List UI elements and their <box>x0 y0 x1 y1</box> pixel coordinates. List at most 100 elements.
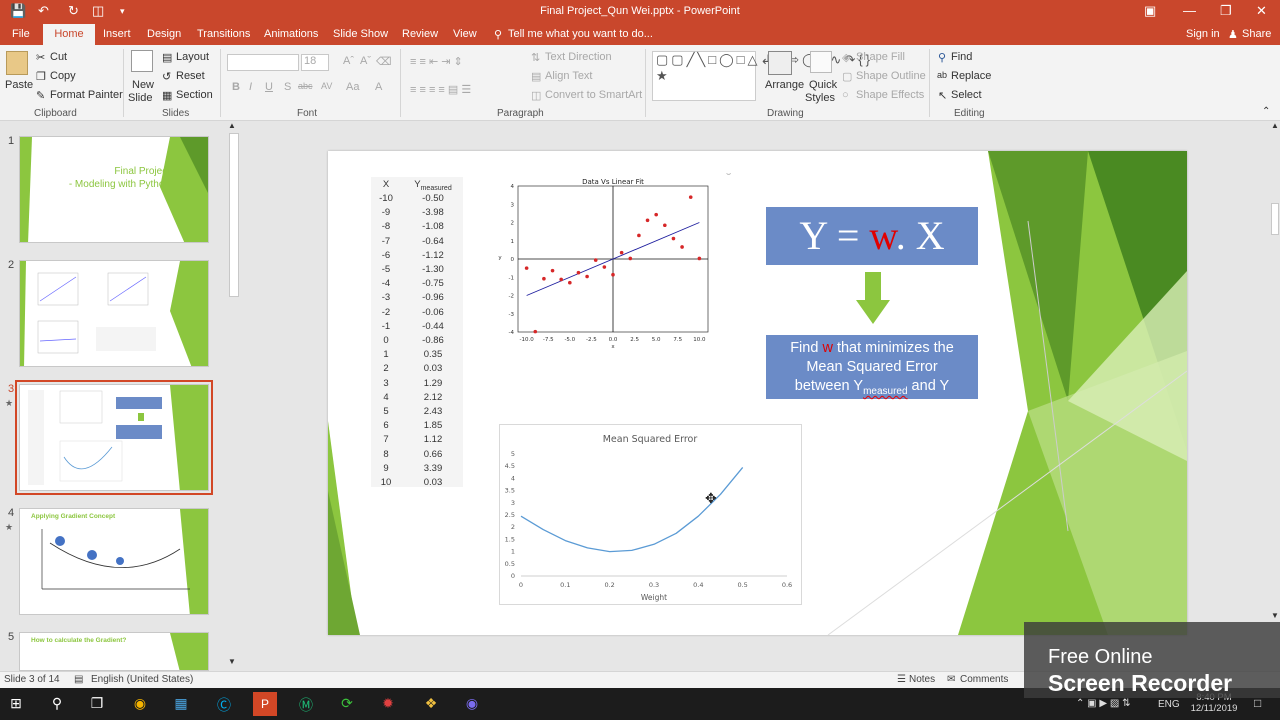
share-button[interactable]: Share <box>1242 28 1271 40</box>
minimize-icon[interactable]: — <box>1183 3 1196 18</box>
font-color-button[interactable]: A <box>375 81 382 93</box>
mse-chart[interactable]: Mean Squared Error 0 0.1 0.2 0.3 0.4 0.5 0.6 0 0.… <box>499 424 802 605</box>
thumbnail-scrollbar[interactable]: ▲ ▼ <box>228 121 240 671</box>
scroll-down-icon[interactable]: ▼ <box>1271 611 1279 620</box>
powerpoint-icon[interactable]: P <box>253 692 277 716</box>
sign-in-link[interactable]: Sign in <box>1186 28 1220 40</box>
slide-thumbnail-3[interactable] <box>15 380 213 495</box>
shadow-button[interactable]: S <box>284 81 291 93</box>
slide-canvas[interactable]: X Ymeasured -10 -0.50 -9 -3.98 -8 -1.08 -7 -0.6… <box>328 151 1187 635</box>
tray-language[interactable]: ENG <box>1158 699 1180 710</box>
scatter-chart[interactable]: Data Vs Linear Fit -10.0 -7.5 -5.0 -2.5 0.0 2.… <box>496 175 736 357</box>
proofing-icon[interactable]: ▤ <box>74 674 83 685</box>
tab-view[interactable]: View <box>453 28 477 40</box>
find-w-text-box[interactable]: Find w that minimizes the Mean Squared E… <box>766 335 978 399</box>
slide-thumbnail-2[interactable] <box>19 260 209 367</box>
align-text-button[interactable]: Align Text <box>545 70 593 82</box>
decrease-font-icon[interactable]: Aˇ <box>360 55 371 67</box>
slide-thumbnail-panel[interactable]: 1 Final Project - Modeling with Python 2… <box>0 121 240 671</box>
align-icons[interactable]: ≡ ≡ ≡ ≡ ▤ ☰ <box>410 83 471 96</box>
convert-smartart-button[interactable]: Convert to SmartArt <box>545 89 642 101</box>
comments-icon[interactable]: ✉ <box>947 674 955 685</box>
shape-outline-button[interactable]: Shape Outline <box>856 70 926 82</box>
notification-icon[interactable]: □ <box>1254 696 1261 710</box>
refresh-app-icon[interactable]: ⟳ <box>337 695 357 713</box>
collapse-ribbon-icon[interactable]: ⌃ <box>1262 106 1270 117</box>
replace-icon[interactable]: ab <box>937 70 947 80</box>
slide-thumbnail-4[interactable]: Applying Gradient Concept <box>19 508 209 615</box>
language-status[interactable]: English (United States) <box>91 674 193 685</box>
change-case-button[interactable]: Aa <box>346 81 359 93</box>
recorder-app-icon[interactable]: ◉ <box>462 695 482 713</box>
shape-effects-button[interactable]: Shape Effects <box>856 89 924 101</box>
copy-icon[interactable]: ❐ <box>36 70 46 83</box>
replace-button[interactable]: Replace <box>951 70 991 82</box>
tab-insert[interactable]: Insert <box>103 28 131 40</box>
select-icon[interactable]: ↖ <box>938 89 947 102</box>
app-tool-icon[interactable]: ❖ <box>421 695 441 713</box>
new-slide-icon[interactable] <box>131 50 153 72</box>
shapes-gallery[interactable]: ▢▢╱╲□◯□△↲↳⇨◯□∿↷{}★ <box>652 51 870 101</box>
section-icon[interactable]: ▦ <box>162 89 172 102</box>
font-name-field[interactable] <box>227 54 299 71</box>
file-explorer-icon[interactable]: ▦ <box>171 695 191 713</box>
slide-thumbnail-5[interactable]: How to calculate the Gradient? <box>19 632 209 671</box>
layout-icon[interactable]: ▤ <box>162 51 172 64</box>
shape-effects-icon[interactable]: ○ <box>842 89 849 101</box>
chrome-icon[interactable]: ◉ <box>130 695 150 713</box>
quick-styles-button-line2[interactable]: Styles <box>805 92 835 104</box>
tab-file[interactable]: File <box>12 28 30 40</box>
maximize-icon[interactable]: ❐ <box>1220 3 1232 19</box>
person-icon[interactable]: ♟ <box>1228 28 1238 41</box>
text-direction-button[interactable]: Text Direction <box>545 51 612 63</box>
bold-button[interactable]: B <box>232 81 240 93</box>
strikethrough-button[interactable]: abc <box>298 81 313 91</box>
paste-button[interactable]: Paste <box>5 79 33 91</box>
italic-button[interactable]: I <box>249 81 252 93</box>
format-painter-icon[interactable]: ✎ <box>36 89 45 102</box>
skype-icon[interactable]: Ⓒ <box>214 695 234 713</box>
scrollbar-thumb[interactable] <box>229 133 239 297</box>
cut-icon[interactable]: ✂ <box>36 51 45 64</box>
canvas-scrollbar[interactable]: ▲ ▼ <box>1270 121 1280 621</box>
task-view-icon[interactable]: ❐ <box>87 695 107 713</box>
smartart-icon[interactable]: ◫ <box>531 89 541 102</box>
settings-app-icon[interactable]: ✹ <box>378 695 398 713</box>
format-painter-button[interactable]: Format Painter <box>50 89 123 101</box>
app-s-icon[interactable]: Ⓜ <box>296 695 316 713</box>
notes-icon[interactable]: ☰ <box>897 674 906 685</box>
quick-styles-icon[interactable] <box>810 51 832 73</box>
tab-transitions[interactable]: Transitions <box>197 28 250 40</box>
bullets-icon[interactable]: ≡ ≡ ⇤ ⇥ ⇕ <box>410 55 463 68</box>
tab-slide-show[interactable]: Slide Show <box>333 28 388 40</box>
shape-fill-button[interactable]: Shape Fill <box>856 51 905 63</box>
tab-review[interactable]: Review <box>402 28 438 40</box>
scroll-down-icon[interactable]: ▼ <box>228 657 236 666</box>
tray-icons[interactable]: ⌃ ▣ ▶ ▨ ⇅ <box>1076 698 1130 709</box>
select-button[interactable]: Select <box>951 89 982 101</box>
close-icon[interactable]: ✕ <box>1256 3 1267 19</box>
scrollbar-thumb[interactable] <box>1271 203 1279 235</box>
notes-button[interactable]: Notes <box>909 674 935 685</box>
underline-button[interactable]: U <box>265 81 273 93</box>
reset-icon[interactable]: ↺ <box>162 70 171 83</box>
new-slide-button[interactable]: New <box>132 79 154 91</box>
layout-button[interactable]: Layout <box>176 51 209 63</box>
tab-design[interactable]: Design <box>147 28 181 40</box>
reset-button[interactable]: Reset <box>176 70 205 82</box>
arrange-button[interactable]: Arrange <box>765 79 804 91</box>
cut-button[interactable]: Cut <box>50 51 67 63</box>
character-spacing-button[interactable]: AV <box>321 81 332 91</box>
new-slide-button-line2[interactable]: Slide <box>128 92 152 104</box>
scroll-up-icon[interactable]: ▲ <box>228 121 236 130</box>
quick-styles-button[interactable]: Quick <box>809 79 837 91</box>
ribbon-display-icon[interactable]: ▣ <box>1144 3 1156 19</box>
font-size-field[interactable]: 18 <box>301 54 329 71</box>
find-button[interactable]: Find <box>951 51 972 63</box>
tell-me-search[interactable]: Tell me what you want to do... <box>508 28 653 40</box>
paste-icon[interactable] <box>6 51 28 75</box>
clear-formatting-icon[interactable]: ⌫ <box>376 55 392 68</box>
shape-fill-icon[interactable]: ◈ <box>842 51 850 64</box>
tab-animations[interactable]: Animations <box>264 28 318 40</box>
search-icon[interactable]: ⚲ <box>47 695 67 713</box>
